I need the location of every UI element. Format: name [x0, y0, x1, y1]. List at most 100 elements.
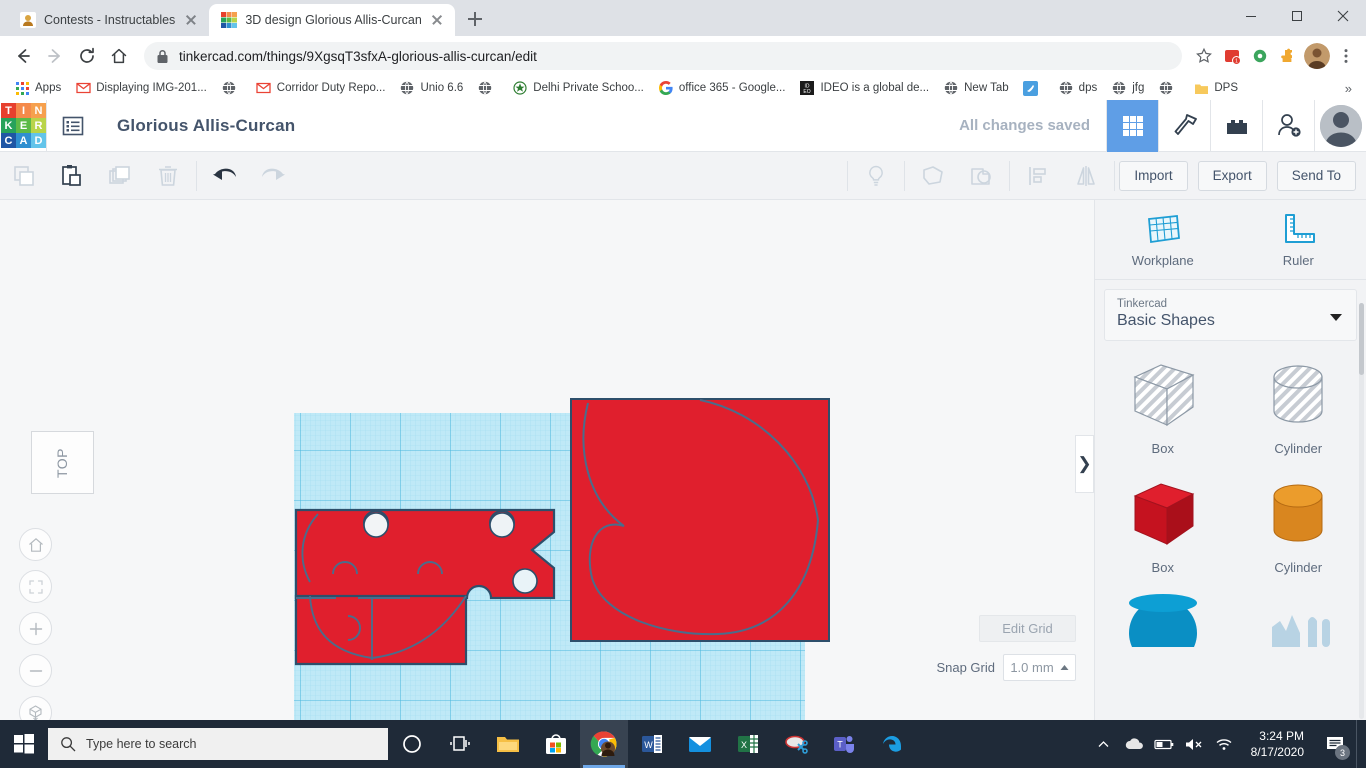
extension-puzzle-icon[interactable]: [1276, 44, 1300, 68]
home-button[interactable]: [104, 41, 134, 71]
tinkercad-logo[interactable]: T I N K E R C A D: [1, 103, 46, 148]
bookmark-folder-dps[interactable]: DPS: [1187, 78, 1244, 98]
workplane-tool[interactable]: Workplane: [1095, 200, 1231, 279]
view-cube[interactable]: TOP: [31, 431, 94, 494]
search-input[interactable]: Type here to search: [48, 728, 388, 760]
invite-button[interactable]: [1262, 99, 1314, 152]
paste-button[interactable]: [48, 152, 96, 200]
shape-library-select[interactable]: Tinkercad Basic Shapes: [1104, 289, 1357, 341]
perspective-toggle-button[interactable]: [19, 696, 52, 720]
canvas-nav-buttons: [19, 528, 52, 720]
zoom-in-button[interactable]: [19, 612, 52, 645]
taskbar-mail[interactable]: [676, 720, 724, 768]
taskbar-microsoft-store[interactable]: [532, 720, 580, 768]
import-button[interactable]: Import: [1119, 160, 1188, 191]
bookmark-dps[interactable]: dps: [1052, 78, 1104, 98]
send-to-button[interactable]: Send To: [1276, 160, 1356, 191]
forward-button[interactable]: [40, 41, 70, 71]
project-menu-button[interactable]: [47, 100, 99, 152]
onedrive-cloud-icon[interactable]: [1121, 720, 1147, 768]
duplicate-button[interactable]: [96, 152, 144, 200]
zoom-out-button[interactable]: [19, 654, 52, 687]
bookmark-star-icon[interactable]: [1192, 44, 1216, 68]
taskbar-edge[interactable]: [868, 720, 916, 768]
shape-item-box-hole[interactable]: Box: [1095, 355, 1231, 456]
profile-avatar[interactable]: [1304, 43, 1330, 69]
tools-button[interactable]: [1158, 99, 1210, 152]
3d-canvas[interactable]: Workplane: [0, 200, 1094, 720]
copy-button[interactable]: [0, 152, 48, 200]
shape-item-box-solid[interactable]: Box: [1095, 474, 1231, 575]
mirror-button[interactable]: [1062, 152, 1110, 200]
taskbar-task-view[interactable]: [436, 720, 484, 768]
back-button[interactable]: [8, 41, 38, 71]
redo-button[interactable]: [249, 152, 297, 200]
taskbar-file-explorer[interactable]: [484, 720, 532, 768]
bookmark-ideo[interactable]: ID EO IDEO is a global de...: [793, 78, 935, 98]
bookmark-globe-2[interactable]: [471, 78, 504, 98]
panel-scrollbar-thumb[interactable]: [1359, 303, 1364, 375]
taskbar-word[interactable]: W: [628, 720, 676, 768]
collapse-panel-button[interactable]: ❯: [1075, 435, 1094, 493]
browser-tab-2[interactable]: 3D design Glorious Allis-Curcan |: [209, 4, 456, 36]
shape-item-cylinder-solid[interactable]: Cylinder: [1231, 474, 1366, 575]
ruler-tool[interactable]: Ruler: [1231, 200, 1366, 279]
edit-grid-button[interactable]: Edit Grid: [979, 615, 1076, 642]
close-tab-icon[interactable]: [429, 12, 445, 28]
browser-tab-1[interactable]: Contests - Instructables: [8, 4, 210, 36]
bookmark-globe-1[interactable]: [215, 78, 248, 98]
taskbar-snip-sketch[interactable]: [772, 720, 820, 768]
extension-green-icon[interactable]: [1248, 44, 1272, 68]
show-hidden-icons-chevron[interactable]: [1091, 720, 1117, 768]
bookmark-globe-3[interactable]: [1152, 78, 1185, 98]
snap-grid-select[interactable]: 1.0 mm: [1003, 654, 1076, 681]
ungroup-shapes-icon: [971, 167, 992, 185]
taskbar-clock[interactable]: 3:24 PM 8/17/2020: [1241, 728, 1314, 760]
bookmark-gmail-2[interactable]: Corridor Duty Repo...: [250, 78, 392, 98]
chrome-menu-icon[interactable]: [1334, 44, 1358, 68]
page-title[interactable]: Glorious Allis-Curcan: [99, 116, 295, 136]
start-button[interactable]: [0, 720, 48, 768]
bookmark-apps[interactable]: Apps: [8, 78, 67, 98]
ungroup-button[interactable]: [957, 152, 1005, 200]
bookmark-bluejay[interactable]: [1017, 78, 1050, 98]
bookmark-new-tab[interactable]: New Tab: [937, 78, 1015, 98]
bookmark-unio[interactable]: Unio 6.6: [393, 78, 469, 98]
action-center-button[interactable]: 3: [1318, 720, 1352, 768]
shape-item-sphere-partial[interactable]: [1095, 593, 1231, 647]
extension-red-icon[interactable]: 1: [1220, 44, 1244, 68]
blocks-button[interactable]: [1210, 99, 1262, 152]
fit-view-button[interactable]: [19, 570, 52, 603]
minimize-button[interactable]: [1228, 0, 1274, 32]
bookmark-delhi-private-school[interactable]: Delhi Private Schoo...: [506, 78, 650, 98]
taskbar-excel[interactable]: X: [724, 720, 772, 768]
home-view-button[interactable]: [19, 528, 52, 561]
bookmark-gmail-1[interactable]: Displaying IMG-201...: [69, 78, 213, 98]
address-bar[interactable]: tinkercad.com/things/9XgsqT3sfxA-gloriou…: [144, 42, 1182, 70]
light-button[interactable]: [852, 152, 900, 200]
close-tab-icon[interactable]: [183, 12, 199, 28]
undo-button[interactable]: [201, 152, 249, 200]
volume-muted-icon[interactable]: [1181, 720, 1207, 768]
taskbar-cortana[interactable]: [388, 720, 436, 768]
shape-item-scribble-partial[interactable]: [1231, 593, 1366, 647]
align-button[interactable]: [1014, 152, 1062, 200]
group-button[interactable]: [909, 152, 957, 200]
bookmark-office365[interactable]: office 365 - Google...: [652, 78, 792, 98]
wifi-icon[interactable]: [1211, 720, 1237, 768]
avatar[interactable]: [1314, 99, 1366, 152]
taskbar-chrome[interactable]: [580, 720, 628, 768]
shape-item-cylinder-hole[interactable]: Cylinder: [1231, 355, 1366, 456]
bookmarks-overflow-button[interactable]: »: [1339, 79, 1358, 98]
bookmark-jfg[interactable]: jfg: [1105, 78, 1150, 98]
export-button[interactable]: Export: [1197, 160, 1267, 191]
delete-button[interactable]: [144, 152, 192, 200]
maximize-button[interactable]: [1274, 0, 1320, 32]
reload-button[interactable]: [72, 41, 102, 71]
show-desktop-button[interactable]: [1356, 720, 1362, 768]
grid-view-button[interactable]: [1106, 99, 1158, 152]
close-window-button[interactable]: [1320, 0, 1366, 32]
taskbar-teams[interactable]: T: [820, 720, 868, 768]
new-tab-button[interactable]: [461, 5, 489, 33]
battery-icon[interactable]: [1151, 720, 1177, 768]
